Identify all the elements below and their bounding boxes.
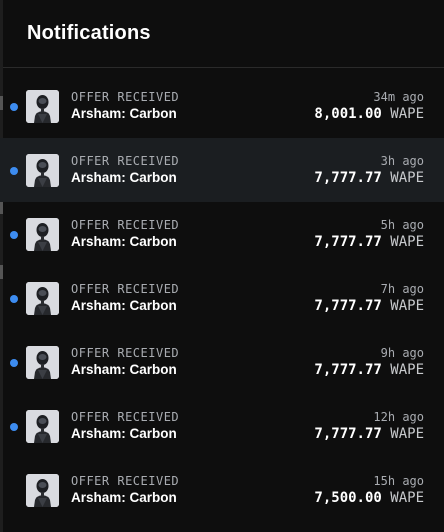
notification-type: OFFER RECEIVED (71, 410, 180, 424)
notification-time: 5h ago (380, 217, 424, 232)
unread-dot-icon (10, 295, 18, 303)
notification-type: OFFER RECEIVED (71, 282, 180, 296)
notification-row[interactable]: OFFER RECEIVED Arsham: Carbon 5h ago 7,7… (0, 202, 444, 266)
robot-avatar-icon (26, 153, 59, 187)
offer-price: 7,777.77 WAPE (314, 425, 424, 444)
offer-price: 7,500.00 WAPE (314, 489, 424, 508)
panel-header: Notifications (0, 0, 444, 68)
notification-item-name: Arsham: Carbon (71, 170, 177, 185)
notification-type: OFFER RECEIVED (71, 346, 180, 360)
offer-price: 7,777.77 WAPE (314, 233, 424, 252)
offer-amount: 7,777.77 (314, 297, 382, 314)
offer-amount: 7,777.77 (314, 361, 382, 378)
notification-time: 15h ago (373, 473, 424, 488)
robot-avatar-icon (26, 409, 59, 443)
offer-currency: WAPE (390, 361, 424, 378)
robot-avatar-icon (26, 345, 59, 379)
offer-amount: 7,777.77 (314, 169, 382, 186)
robot-avatar-icon (26, 89, 59, 123)
offer-amount: 7,777.77 (314, 233, 382, 250)
notification-list: OFFER RECEIVED Arsham: Carbon 34m ago 8,… (0, 68, 444, 522)
notification-row[interactable]: OFFER RECEIVED Arsham: Carbon 15h ago 7,… (0, 458, 444, 522)
notification-time: 7h ago (380, 281, 424, 296)
unread-dot-icon (10, 231, 18, 239)
offer-price: 8,001.00 WAPE (314, 105, 424, 124)
notification-item-name: Arsham: Carbon (71, 106, 177, 121)
notification-row[interactable]: OFFER RECEIVED Arsham: Carbon 12h ago 7,… (0, 394, 444, 458)
offer-currency: WAPE (390, 169, 424, 186)
notification-time: 9h ago (380, 345, 424, 360)
notification-time: 12h ago (373, 409, 424, 424)
unread-dot-icon (10, 167, 18, 175)
notification-time: 34m ago (373, 89, 424, 104)
notifications-panel: Notifications OFFER RECEIVED Arsham: Car… (0, 0, 444, 532)
offer-currency: WAPE (390, 233, 424, 250)
notification-item-name: Arsham: Carbon (71, 298, 177, 313)
notification-row[interactable]: OFFER RECEIVED Arsham: Carbon 7h ago 7,7… (0, 266, 444, 330)
notification-type: OFFER RECEIVED (71, 154, 180, 168)
offer-amount: 8,001.00 (314, 105, 382, 122)
robot-avatar-icon (26, 217, 59, 251)
offer-currency: WAPE (390, 297, 424, 314)
notification-type: OFFER RECEIVED (71, 474, 180, 488)
notification-type: OFFER RECEIVED (71, 218, 180, 232)
notification-type: OFFER RECEIVED (71, 90, 180, 104)
offer-amount: 7,500.00 (314, 489, 382, 506)
notification-row[interactable]: OFFER RECEIVED Arsham: Carbon 9h ago 7,7… (0, 330, 444, 394)
offer-currency: WAPE (390, 105, 424, 122)
robot-avatar-icon (26, 473, 59, 507)
notification-item-name: Arsham: Carbon (71, 362, 177, 377)
offer-price: 7,777.77 WAPE (314, 297, 424, 316)
notification-item-name: Arsham: Carbon (71, 234, 177, 249)
offer-price: 7,777.77 WAPE (314, 361, 424, 380)
offer-currency: WAPE (390, 489, 424, 506)
notification-time: 3h ago (380, 153, 424, 168)
notification-item-name: Arsham: Carbon (71, 490, 177, 505)
unread-dot-icon (10, 359, 18, 367)
unread-dot-icon (10, 103, 18, 111)
offer-currency: WAPE (390, 425, 424, 442)
offer-amount: 7,777.77 (314, 425, 382, 442)
robot-avatar-icon (26, 281, 59, 315)
page-title: Notifications (27, 22, 151, 44)
unread-dot-icon (10, 423, 18, 431)
notification-row[interactable]: OFFER RECEIVED Arsham: Carbon 34m ago 8,… (0, 74, 444, 138)
offer-price: 7,777.77 WAPE (314, 169, 424, 188)
notification-row[interactable]: OFFER RECEIVED Arsham: Carbon 3h ago 7,7… (0, 138, 444, 202)
notification-item-name: Arsham: Carbon (71, 426, 177, 441)
